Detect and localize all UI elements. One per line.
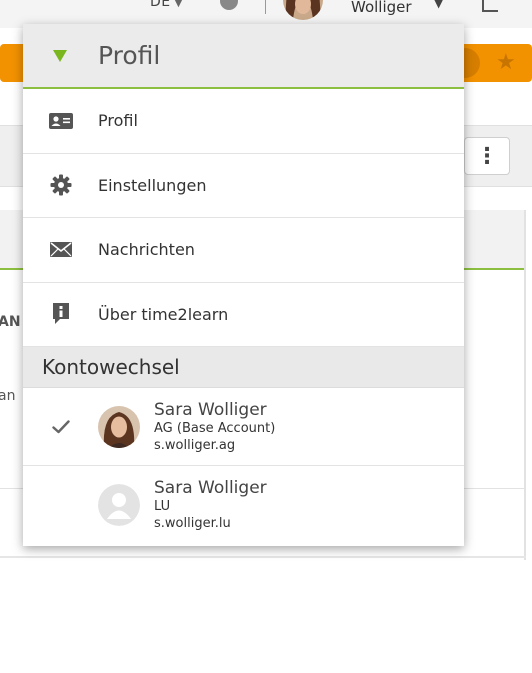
menu-item-label: Einstellungen [98, 175, 207, 195]
id-card-icon [23, 112, 98, 129]
info-icon [23, 303, 98, 325]
account-details: Sara Wolliger LU s.wolliger.lu [154, 478, 267, 532]
text-fragment: AN [0, 314, 21, 330]
account-username: s.wolliger.lu [154, 516, 231, 531]
divider [0, 556, 526, 558]
account-item-ag[interactable]: Sara Wolliger AG (Base Account) s.wollig… [23, 388, 464, 466]
language-selector[interactable]: DE ▼ [150, 0, 183, 10]
dropdown-title: Profil [98, 41, 161, 70]
account-username: s.wolliger.ag [154, 437, 236, 453]
account-name: Sara Wolliger [154, 399, 267, 420]
account-name: Sara Wolliger [154, 478, 267, 498]
account-org: AG (Base Account) [154, 420, 276, 436]
menu-item-label: Über time2learn [98, 304, 229, 324]
divider [524, 210, 526, 560]
menu-item-messages[interactable]: Nachrichten [23, 218, 464, 283]
logout-icon[interactable] [482, 0, 498, 12]
menu-item-settings[interactable]: Einstellungen [23, 154, 464, 218]
help-icon[interactable] [220, 0, 238, 10]
checkmark-icon [23, 419, 98, 434]
language-label: DE [150, 0, 171, 10]
text-fragment: an [0, 388, 16, 404]
caret-down-icon [53, 49, 67, 62]
chevron-down-icon: ▼ [174, 0, 183, 9]
envelope-icon [23, 242, 98, 258]
avatar-placeholder-icon [98, 484, 140, 526]
star-icon[interactable]: ★ [496, 50, 516, 75]
profile-dropdown: Profil Profil Einstellungen Nachrichten … [23, 24, 464, 546]
divider [265, 0, 266, 14]
dropdown-header[interactable]: Profil [23, 24, 464, 89]
user-name[interactable]: Wolliger [351, 0, 412, 16]
avatar [98, 405, 140, 448]
menu-item-label: Profil [98, 111, 138, 131]
account-details: Sara Wolliger AG (Base Account) s.wollig… [154, 400, 275, 454]
chevron-down-icon[interactable]: ▼ [434, 0, 443, 10]
section-title-account-switch: Kontowechsel [23, 347, 464, 388]
user-avatar[interactable] [283, 0, 323, 20]
more-options-button[interactable]: ⋮ [464, 137, 510, 175]
account-org: LU [154, 499, 171, 514]
menu-item-label: Nachrichten [98, 240, 195, 260]
menu-item-about[interactable]: Über time2learn [23, 283, 464, 347]
account-item-lu[interactable]: Sara Wolliger LU s.wolliger.lu [23, 466, 464, 544]
gear-icon [23, 174, 98, 196]
menu-item-profile[interactable]: Profil [23, 89, 464, 154]
